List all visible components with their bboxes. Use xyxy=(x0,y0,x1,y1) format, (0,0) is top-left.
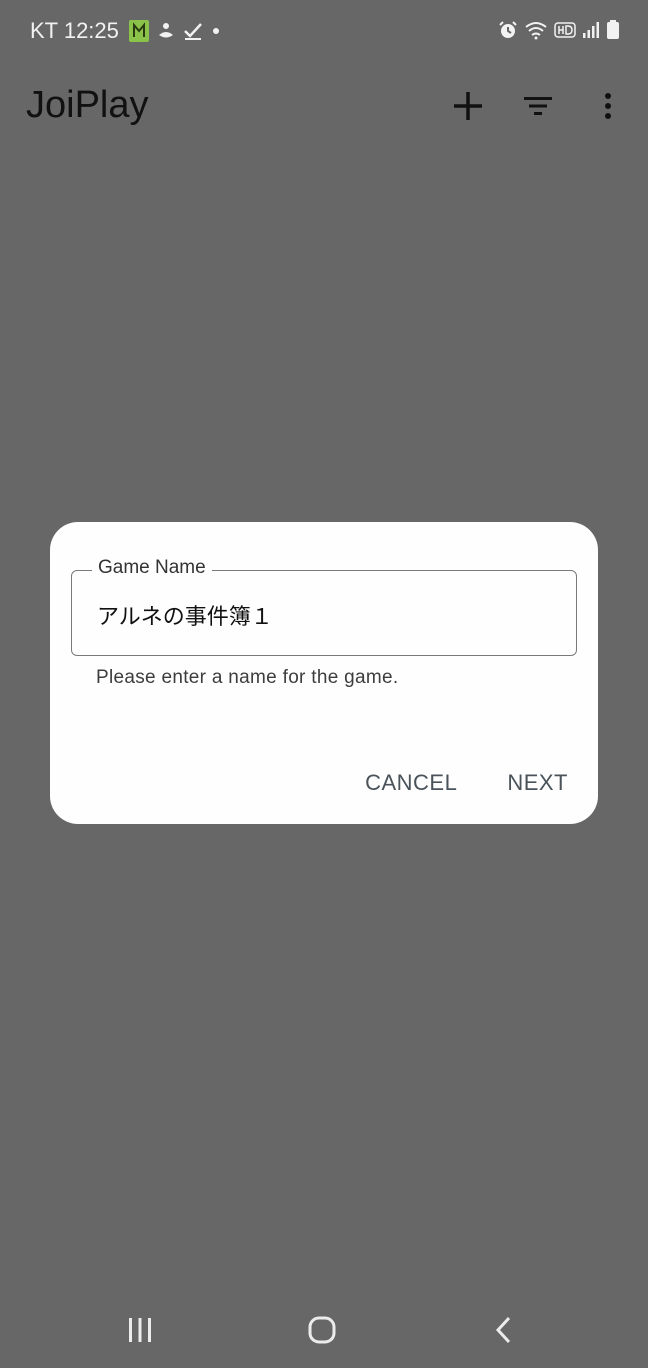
game-name-field[interactable]: Game Name アルネの事件簿１ xyxy=(71,557,577,656)
add-game-button[interactable] xyxy=(448,86,488,126)
filter-button[interactable] xyxy=(518,86,558,126)
recents-button[interactable] xyxy=(120,1314,160,1346)
battery-icon xyxy=(606,20,620,40)
filter-icon xyxy=(523,94,553,118)
home-button[interactable] xyxy=(302,1314,342,1346)
next-button[interactable]: NEXT xyxy=(507,770,568,796)
appbar-actions xyxy=(448,86,628,126)
home-icon xyxy=(308,1316,336,1344)
helper-text: Please enter a name for the game. xyxy=(96,667,399,688)
app-notification-icon xyxy=(128,20,149,42)
status-time: KT 12:25 xyxy=(30,18,119,43)
check-icon xyxy=(183,21,203,41)
add-icon xyxy=(451,89,485,123)
more-vert-icon xyxy=(604,92,612,120)
hd-icon xyxy=(554,21,576,39)
recents-icon xyxy=(126,1317,154,1343)
alarm-icon xyxy=(498,20,518,40)
app-title: JoiPlay xyxy=(26,84,149,126)
signal-icon xyxy=(582,21,600,39)
notification-icons xyxy=(128,20,221,42)
app-bar: JoiPlay xyxy=(0,64,648,152)
dot-icon xyxy=(211,26,221,36)
game-name-input[interactable]: アルネの事件簿１ xyxy=(97,599,273,631)
game-name-label: Game Name xyxy=(92,557,212,579)
back-button[interactable] xyxy=(484,1314,524,1346)
status-right xyxy=(498,20,620,40)
game-name-dialog: Game Name アルネの事件簿１ Please enter a name f… xyxy=(50,522,598,824)
dialog-actions: CANCEL NEXT xyxy=(365,770,568,796)
cancel-button[interactable]: CANCEL xyxy=(365,770,457,796)
wifi-icon xyxy=(524,20,548,40)
back-icon xyxy=(494,1316,514,1344)
swan-icon xyxy=(157,21,175,41)
status-left: KT 12:25 xyxy=(30,18,221,44)
status-bar: KT 12:25 xyxy=(0,0,648,64)
navigation-bar xyxy=(0,1290,648,1368)
more-options-button[interactable] xyxy=(588,86,628,126)
